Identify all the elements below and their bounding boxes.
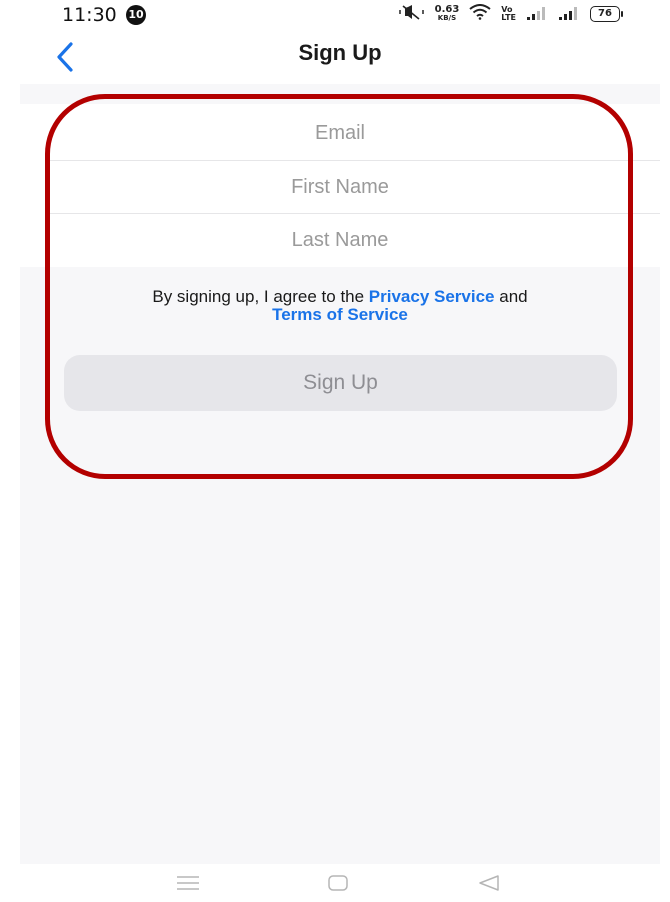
privacy-service-link[interactable]: Privacy Service bbox=[369, 287, 495, 306]
first-name-field-row bbox=[20, 161, 660, 214]
header: Sign Up bbox=[20, 36, 660, 84]
signal-icon-1 bbox=[526, 5, 548, 24]
menu-icon[interactable] bbox=[175, 874, 201, 897]
agreement-prefix: By signing up, I agree to the bbox=[152, 287, 369, 306]
first-name-field[interactable] bbox=[20, 161, 660, 214]
signal-icon-2 bbox=[558, 5, 580, 24]
agreement-conjunction: and bbox=[494, 287, 528, 306]
email-field-row bbox=[20, 107, 660, 160]
agreement-text: By signing up, I agree to the Privacy Se… bbox=[60, 288, 620, 324]
home-icon[interactable] bbox=[327, 874, 349, 897]
vibrate-mute-icon bbox=[398, 4, 425, 24]
network-speed-value: 0.63 bbox=[434, 4, 460, 15]
volte-bottom: LTE bbox=[501, 13, 516, 22]
page-title: Sign Up bbox=[298, 40, 382, 65]
sign-up-button[interactable]: Sign Up bbox=[64, 355, 617, 411]
phone-screen: 11:30 10 0.63 KB/S Vo LTE 76 Sign Up Ema… bbox=[20, 0, 660, 902]
last-name-field-row bbox=[20, 214, 660, 267]
wifi-icon bbox=[469, 4, 491, 24]
signup-form bbox=[20, 104, 660, 267]
status-time: 11:30 bbox=[62, 4, 117, 26]
terms-of-service-link[interactable]: Terms of Service bbox=[272, 305, 408, 324]
back-icon[interactable] bbox=[477, 874, 501, 897]
volte-indicator: Vo LTE bbox=[501, 6, 516, 22]
network-speed: 0.63 KB/S bbox=[435, 5, 460, 23]
last-name-field[interactable] bbox=[20, 214, 660, 267]
email-field[interactable] bbox=[20, 107, 660, 160]
status-icons: 0.63 KB/S Vo LTE 76 bbox=[398, 4, 623, 24]
notification-count-badge: 10 bbox=[126, 5, 146, 25]
battery-icon: 76 bbox=[590, 6, 623, 22]
system-nav-bar bbox=[20, 864, 660, 902]
status-bar: 11:30 10 0.63 KB/S Vo LTE 76 bbox=[20, 0, 660, 36]
network-speed-unit: KB/S bbox=[437, 14, 457, 22]
